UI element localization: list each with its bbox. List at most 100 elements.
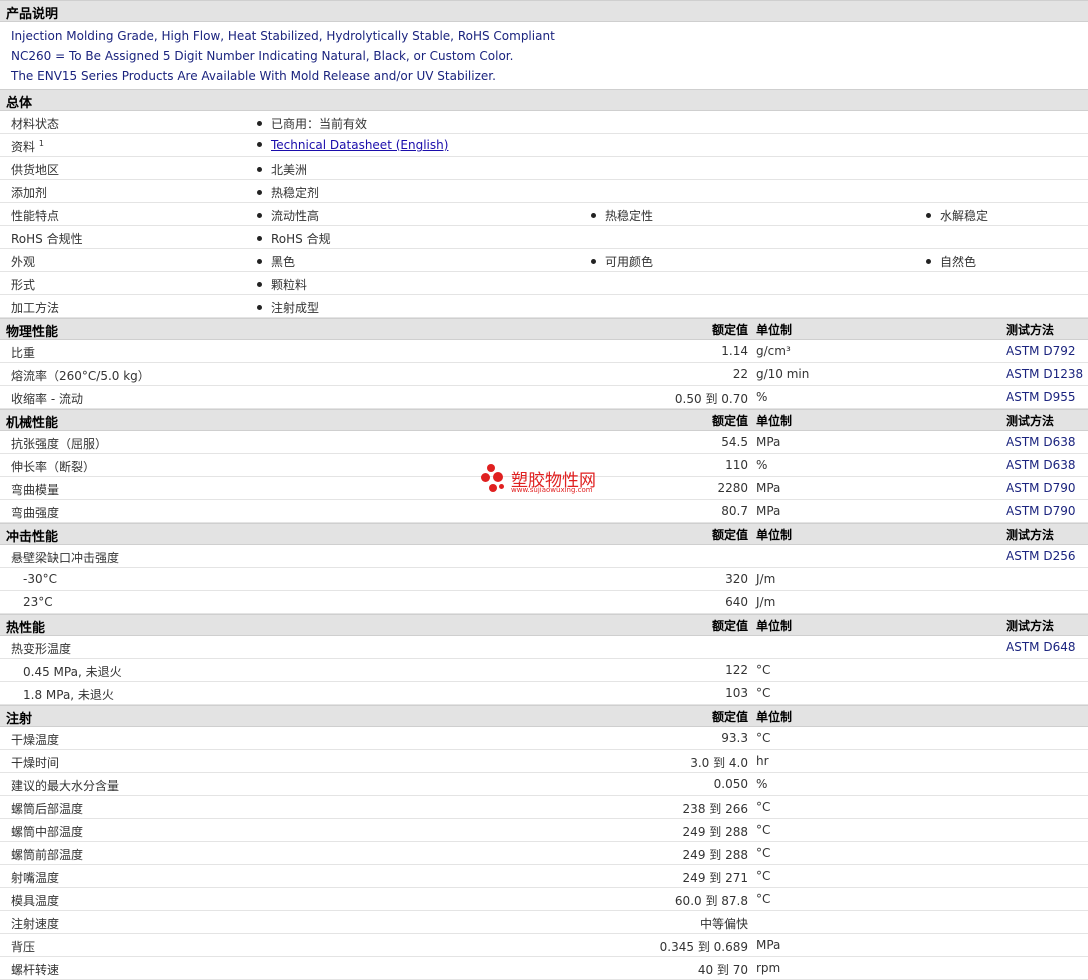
unit-value: % — [756, 458, 768, 472]
row-label: 0.45 MPa, 未退火 — [23, 665, 122, 679]
watermark-url: www.sujiaowuxing.com — [511, 486, 593, 494]
unit-value: MPa — [756, 435, 781, 449]
nominal-value: 60.0 到 87.8 — [674, 894, 748, 908]
row-label: 背压 — [11, 940, 36, 954]
unit-header: 单位制 — [756, 528, 793, 542]
test-method: ASTM D955 — [1006, 390, 1076, 404]
row-label: 螺筒后部温度 — [11, 802, 84, 816]
row-label: 熔流率（260°C/5.0 kg） — [11, 369, 150, 383]
bullet-icon — [257, 142, 262, 147]
property-row: 0.45 MPa, 未退火 122 °C — [0, 659, 1088, 682]
section-title: 冲击性能 — [6, 530, 59, 545]
test-method: ASTM D638 — [1006, 435, 1076, 449]
bullet-icon — [257, 282, 262, 287]
value-text: 可用颜色 — [605, 255, 654, 269]
nominal-header: 额定值 — [711, 619, 748, 633]
watermark-logo-icon — [487, 464, 495, 472]
row-label: 抗张强度（屈服） — [11, 437, 108, 451]
row-label: 弯曲模量 — [11, 483, 60, 497]
nominal-value: 103 — [725, 686, 748, 700]
bullet-icon — [257, 190, 262, 195]
datasheet: 产品说明 Injection Molding Grade, High Flow,… — [0, 0, 1088, 980]
property-row: 螺杆转速 40 到 70 rpm — [0, 957, 1088, 980]
unit-value: % — [756, 777, 768, 791]
nominal-value: 中等偏快 — [699, 917, 748, 931]
unit-value: MPa — [756, 938, 781, 952]
nominal-value: 249 到 288 — [682, 848, 748, 862]
bullet-value: 自然色 — [926, 253, 976, 270]
bullet-icon — [257, 213, 262, 218]
bullet-icon — [926, 259, 931, 264]
bullet-value: 热稳定剂 — [257, 184, 319, 201]
test-method: ASTM D792 — [1006, 344, 1076, 358]
row-label: 干燥温度 — [11, 733, 60, 747]
section-header-impact: 冲击性能 额定值 单位制 测试方法 — [0, 523, 1088, 545]
property-row: 模具温度 60.0 到 87.8 °C — [0, 888, 1088, 911]
row-label: 加工方法 — [11, 301, 60, 315]
property-row: 注射速度 中等偏快 — [0, 911, 1088, 934]
unit-header: 单位制 — [756, 619, 793, 633]
bullet-value: RoHS 合规 — [257, 230, 331, 247]
general-row-rohs: RoHS 合规性 RoHS 合规 — [0, 226, 1088, 249]
value-text: RoHS 合规 — [271, 232, 331, 246]
row-label: 添加剂 — [11, 186, 48, 200]
test-method: ASTM D256 — [1006, 549, 1076, 563]
general-row-region: 供货地区 北美洲 — [0, 157, 1088, 180]
bullet-icon — [926, 213, 931, 218]
property-row: 干燥温度 93.3 °C — [0, 727, 1088, 750]
row-label: 螺筒中部温度 — [11, 825, 84, 839]
row-label: 比重 — [11, 346, 36, 360]
nominal-value: 320 — [725, 572, 748, 586]
unit-value: °C — [756, 800, 771, 814]
unit-value: g/cm³ — [756, 344, 791, 358]
row-label: 热变形温度 — [11, 642, 72, 656]
value-text: 热稳定剂 — [271, 186, 320, 200]
row-label: 注射速度 — [11, 917, 60, 931]
bullet-value: Technical Datasheet (English) — [257, 138, 448, 152]
nominal-value: 2280 — [717, 481, 748, 495]
datasheet-link[interactable]: Technical Datasheet (English) — [271, 138, 448, 152]
unit-value: °C — [756, 663, 771, 677]
section-title: 总体 — [6, 96, 33, 111]
watermark-logo-icon — [481, 473, 490, 482]
nominal-header: 额定值 — [711, 414, 748, 428]
nominal-value: 640 — [725, 595, 748, 609]
description-line: NC260 = To Be Assigned 5 Digit Number In… — [11, 49, 514, 63]
value-text: 热稳定性 — [605, 209, 654, 223]
nominal-value: 40 到 70 — [697, 963, 748, 977]
nominal-value: 238 到 266 — [682, 802, 748, 816]
nominal-header: 额定值 — [711, 323, 748, 337]
row-label: 建议的最大水分含量 — [11, 779, 120, 793]
unit-value: J/m — [756, 595, 776, 609]
general-row-status: 材料状态 已商用：当前有效 — [0, 111, 1088, 134]
product-description: Injection Molding Grade, High Flow, Heat… — [0, 22, 1088, 89]
section-header-injection: 注射 额定值 单位制 — [0, 705, 1088, 727]
test-header: 测试方法 — [1006, 528, 1055, 542]
property-row: 比重 1.14 g/cm³ ASTM D792 — [0, 340, 1088, 363]
nominal-value: 1.14 — [721, 344, 748, 358]
value-text: 颗粒料 — [271, 278, 308, 292]
row-label: 伸长率（断裂） — [11, 460, 96, 474]
bullet-icon — [257, 305, 262, 310]
nominal-value: 0.50 到 0.70 — [674, 392, 748, 406]
bullet-value: 可用颜色 — [591, 253, 653, 270]
row-label: 螺杆转速 — [11, 963, 60, 977]
test-method: ASTM D790 — [1006, 481, 1076, 495]
section-title: 注射 — [6, 712, 33, 727]
property-row: 23°C 640 J/m — [0, 591, 1088, 614]
property-row: 干燥时间 3.0 到 4.0 hr — [0, 750, 1088, 773]
row-label: 供货地区 — [11, 163, 60, 177]
row-label: 资料 1 — [11, 138, 44, 155]
row-label: RoHS 合规性 — [11, 232, 83, 246]
value-text: 流动性高 — [271, 209, 320, 223]
test-header: 测试方法 — [1006, 619, 1055, 633]
test-header: 测试方法 — [1006, 414, 1055, 428]
property-row: 1.8 MPa, 未退火 103 °C — [0, 682, 1088, 705]
section-title: 机械性能 — [6, 416, 59, 431]
row-label: 性能特点 — [11, 209, 60, 223]
description-line: Injection Molding Grade, High Flow, Heat… — [11, 29, 555, 43]
bullet-icon — [591, 259, 596, 264]
row-label: 23°C — [23, 595, 53, 609]
value-text: 自然色 — [940, 255, 977, 269]
row-label: 螺筒前部温度 — [11, 848, 84, 862]
